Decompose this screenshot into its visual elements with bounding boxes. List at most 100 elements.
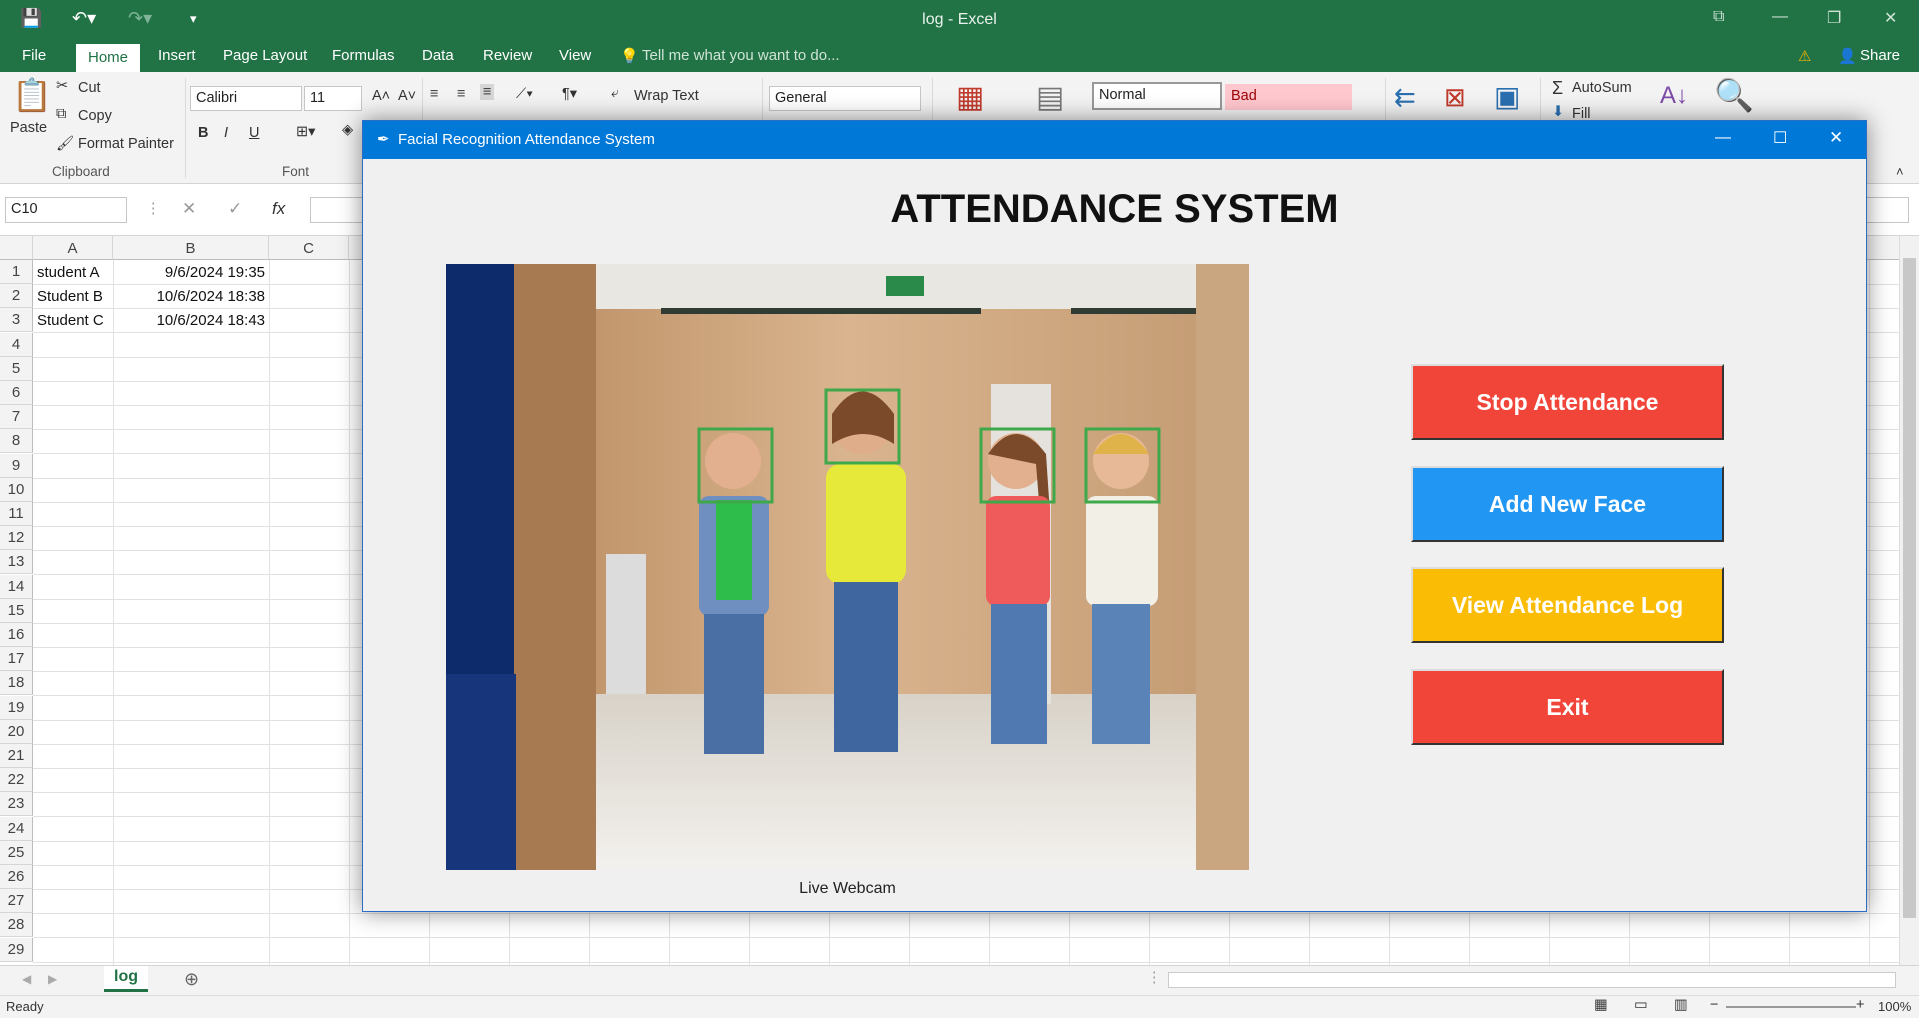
tab-home[interactable]: Home xyxy=(76,44,141,72)
share-button[interactable]: Share xyxy=(1860,47,1900,64)
delete-cells-icon[interactable]: ⊠ xyxy=(1444,82,1466,113)
underline-button[interactable]: U xyxy=(249,125,259,141)
row-header[interactable]: 15 xyxy=(0,598,33,623)
column-header-a[interactable]: A xyxy=(33,236,113,260)
name-box[interactable]: C10 xyxy=(5,197,127,223)
align-bottom-icon[interactable]: ≡ xyxy=(480,84,495,100)
style-normal[interactable]: Normal xyxy=(1092,82,1222,110)
select-all-corner[interactable] xyxy=(0,236,33,260)
row-header[interactable]: 19 xyxy=(0,695,33,720)
cell-b3[interactable]: 10/6/2024 18:43 xyxy=(113,309,269,333)
row-header[interactable]: 16 xyxy=(0,623,33,647)
row-header[interactable]: 26 xyxy=(0,865,33,889)
copy-button[interactable]: Copy xyxy=(78,108,112,124)
align-middle-icon[interactable]: ≡ xyxy=(457,86,465,102)
cell-a3[interactable]: Student C xyxy=(33,309,113,333)
tab-page-layout[interactable]: Page Layout xyxy=(223,47,307,64)
row-header[interactable]: 2 xyxy=(0,284,33,309)
style-bad[interactable]: Bad xyxy=(1225,84,1352,110)
page-break-view-icon[interactable]: ▥ xyxy=(1674,997,1688,1013)
horizontal-scrollbar[interactable] xyxy=(1168,972,1896,988)
borders-icon[interactable]: ⊞▾ xyxy=(296,124,315,140)
row-header[interactable]: 13 xyxy=(0,550,33,575)
view-attendance-log-button[interactable]: View Attendance Log xyxy=(1411,567,1724,643)
paste-button[interactable]: Paste xyxy=(10,120,47,136)
text-direction-icon[interactable]: ¶▾ xyxy=(562,86,577,102)
collapse-ribbon-icon[interactable]: ˄ xyxy=(1896,164,1904,179)
find-select-icon[interactable]: 🔍 xyxy=(1714,76,1754,114)
insert-cells-icon[interactable]: ⇇ xyxy=(1394,82,1416,113)
row-header[interactable]: 9 xyxy=(0,453,33,478)
row-header[interactable]: 10 xyxy=(0,477,33,502)
autosum-button[interactable]: AutoSum xyxy=(1572,80,1632,96)
next-sheet-icon[interactable]: ▶ xyxy=(48,972,57,986)
split-handle-icon[interactable]: ⋮ xyxy=(1147,970,1162,986)
scroll-thumb[interactable] xyxy=(1903,258,1916,918)
tab-formulas[interactable]: Formulas xyxy=(332,47,395,64)
tab-review[interactable]: Review xyxy=(483,47,532,64)
zoom-slider[interactable] xyxy=(1726,1006,1856,1008)
shrink-font-icon[interactable]: A˅ xyxy=(398,88,416,104)
font-size-select[interactable]: 11 xyxy=(304,86,362,111)
row-header[interactable]: 12 xyxy=(0,526,33,551)
paste-icon[interactable]: 📋 xyxy=(12,76,52,114)
app-minimize-icon[interactable]: — xyxy=(1715,129,1731,147)
row-header[interactable]: 23 xyxy=(0,792,33,817)
zoom-out-icon[interactable]: − xyxy=(1710,997,1718,1013)
row-header[interactable]: 21 xyxy=(0,744,33,768)
minimize-icon[interactable]: — xyxy=(1772,8,1788,26)
row-header[interactable]: 29 xyxy=(0,937,33,962)
insert-function-icon[interactable]: fx xyxy=(272,199,285,219)
add-new-face-button[interactable]: Add New Face xyxy=(1411,466,1724,542)
prev-sheet-icon[interactable]: ◀ xyxy=(22,972,31,986)
cut-button[interactable]: Cut xyxy=(78,80,101,96)
app-maximize-icon[interactable]: ☐ xyxy=(1773,128,1787,148)
vertical-scrollbar[interactable] xyxy=(1899,236,1919,965)
page-layout-view-icon[interactable]: ▭ xyxy=(1634,997,1648,1013)
cell-b1[interactable]: 9/6/2024 19:35 xyxy=(113,261,269,285)
conditional-formatting-icon[interactable]: ▦ xyxy=(956,80,984,115)
tell-me-box[interactable]: Tell me what you want to do... xyxy=(642,47,840,64)
close-icon[interactable]: ✕ xyxy=(1884,8,1897,28)
row-header[interactable]: 28 xyxy=(0,913,33,938)
column-header-c[interactable]: C xyxy=(269,236,349,260)
format-cells-icon[interactable]: ▣ xyxy=(1494,80,1520,113)
cell-a1[interactable]: student A xyxy=(33,261,113,285)
row-header[interactable]: 7 xyxy=(0,405,33,430)
row-header[interactable]: 22 xyxy=(0,768,33,793)
bold-button[interactable]: B xyxy=(198,125,208,141)
row-header[interactable]: 17 xyxy=(0,647,33,672)
font-name-select[interactable]: Calibri xyxy=(190,86,302,111)
add-sheet-icon[interactable]: ⊕ xyxy=(184,969,199,990)
tab-data[interactable]: Data xyxy=(422,47,454,64)
tab-file[interactable]: File xyxy=(22,47,46,64)
zoom-level[interactable]: 100% xyxy=(1878,999,1911,1014)
row-header[interactable]: 6 xyxy=(0,381,33,405)
stop-attendance-button[interactable]: Stop Attendance xyxy=(1411,364,1724,440)
normal-view-icon[interactable]: ▦ xyxy=(1594,997,1608,1013)
grow-font-icon[interactable]: A˄ xyxy=(372,88,390,104)
column-header-b[interactable]: B xyxy=(113,236,269,260)
restore-icon[interactable]: ❐ xyxy=(1827,8,1841,28)
row-header[interactable]: 18 xyxy=(0,671,33,696)
app-close-icon[interactable]: ✕ xyxy=(1829,128,1843,148)
tab-view[interactable]: View xyxy=(559,47,591,64)
ribbon-display-icon[interactable]: ⧉ xyxy=(1713,8,1724,26)
tab-insert[interactable]: Insert xyxy=(158,47,196,64)
sheet-tab-log[interactable]: log xyxy=(104,966,148,992)
row-header[interactable]: 3 xyxy=(0,308,33,333)
italic-button[interactable]: I xyxy=(224,125,228,141)
confirm-entry-icon[interactable]: ✓ xyxy=(228,199,242,219)
row-header[interactable]: 20 xyxy=(0,719,33,744)
exit-button[interactable]: Exit xyxy=(1411,669,1724,745)
format-as-table-icon[interactable]: ▤ xyxy=(1036,80,1064,115)
align-top-icon[interactable]: ≡ xyxy=(430,86,438,102)
row-header[interactable]: 8 xyxy=(0,429,33,454)
row-header[interactable]: 1 xyxy=(0,260,33,284)
row-header[interactable]: 27 xyxy=(0,889,33,914)
row-header[interactable]: 14 xyxy=(0,574,33,599)
zoom-in-icon[interactable]: + xyxy=(1856,997,1864,1013)
warning-icon[interactable]: ⚠ xyxy=(1798,47,1811,65)
cell-b2[interactable]: 10/6/2024 18:38 xyxy=(113,285,269,309)
sort-filter-icon[interactable]: A↓ xyxy=(1660,82,1688,110)
